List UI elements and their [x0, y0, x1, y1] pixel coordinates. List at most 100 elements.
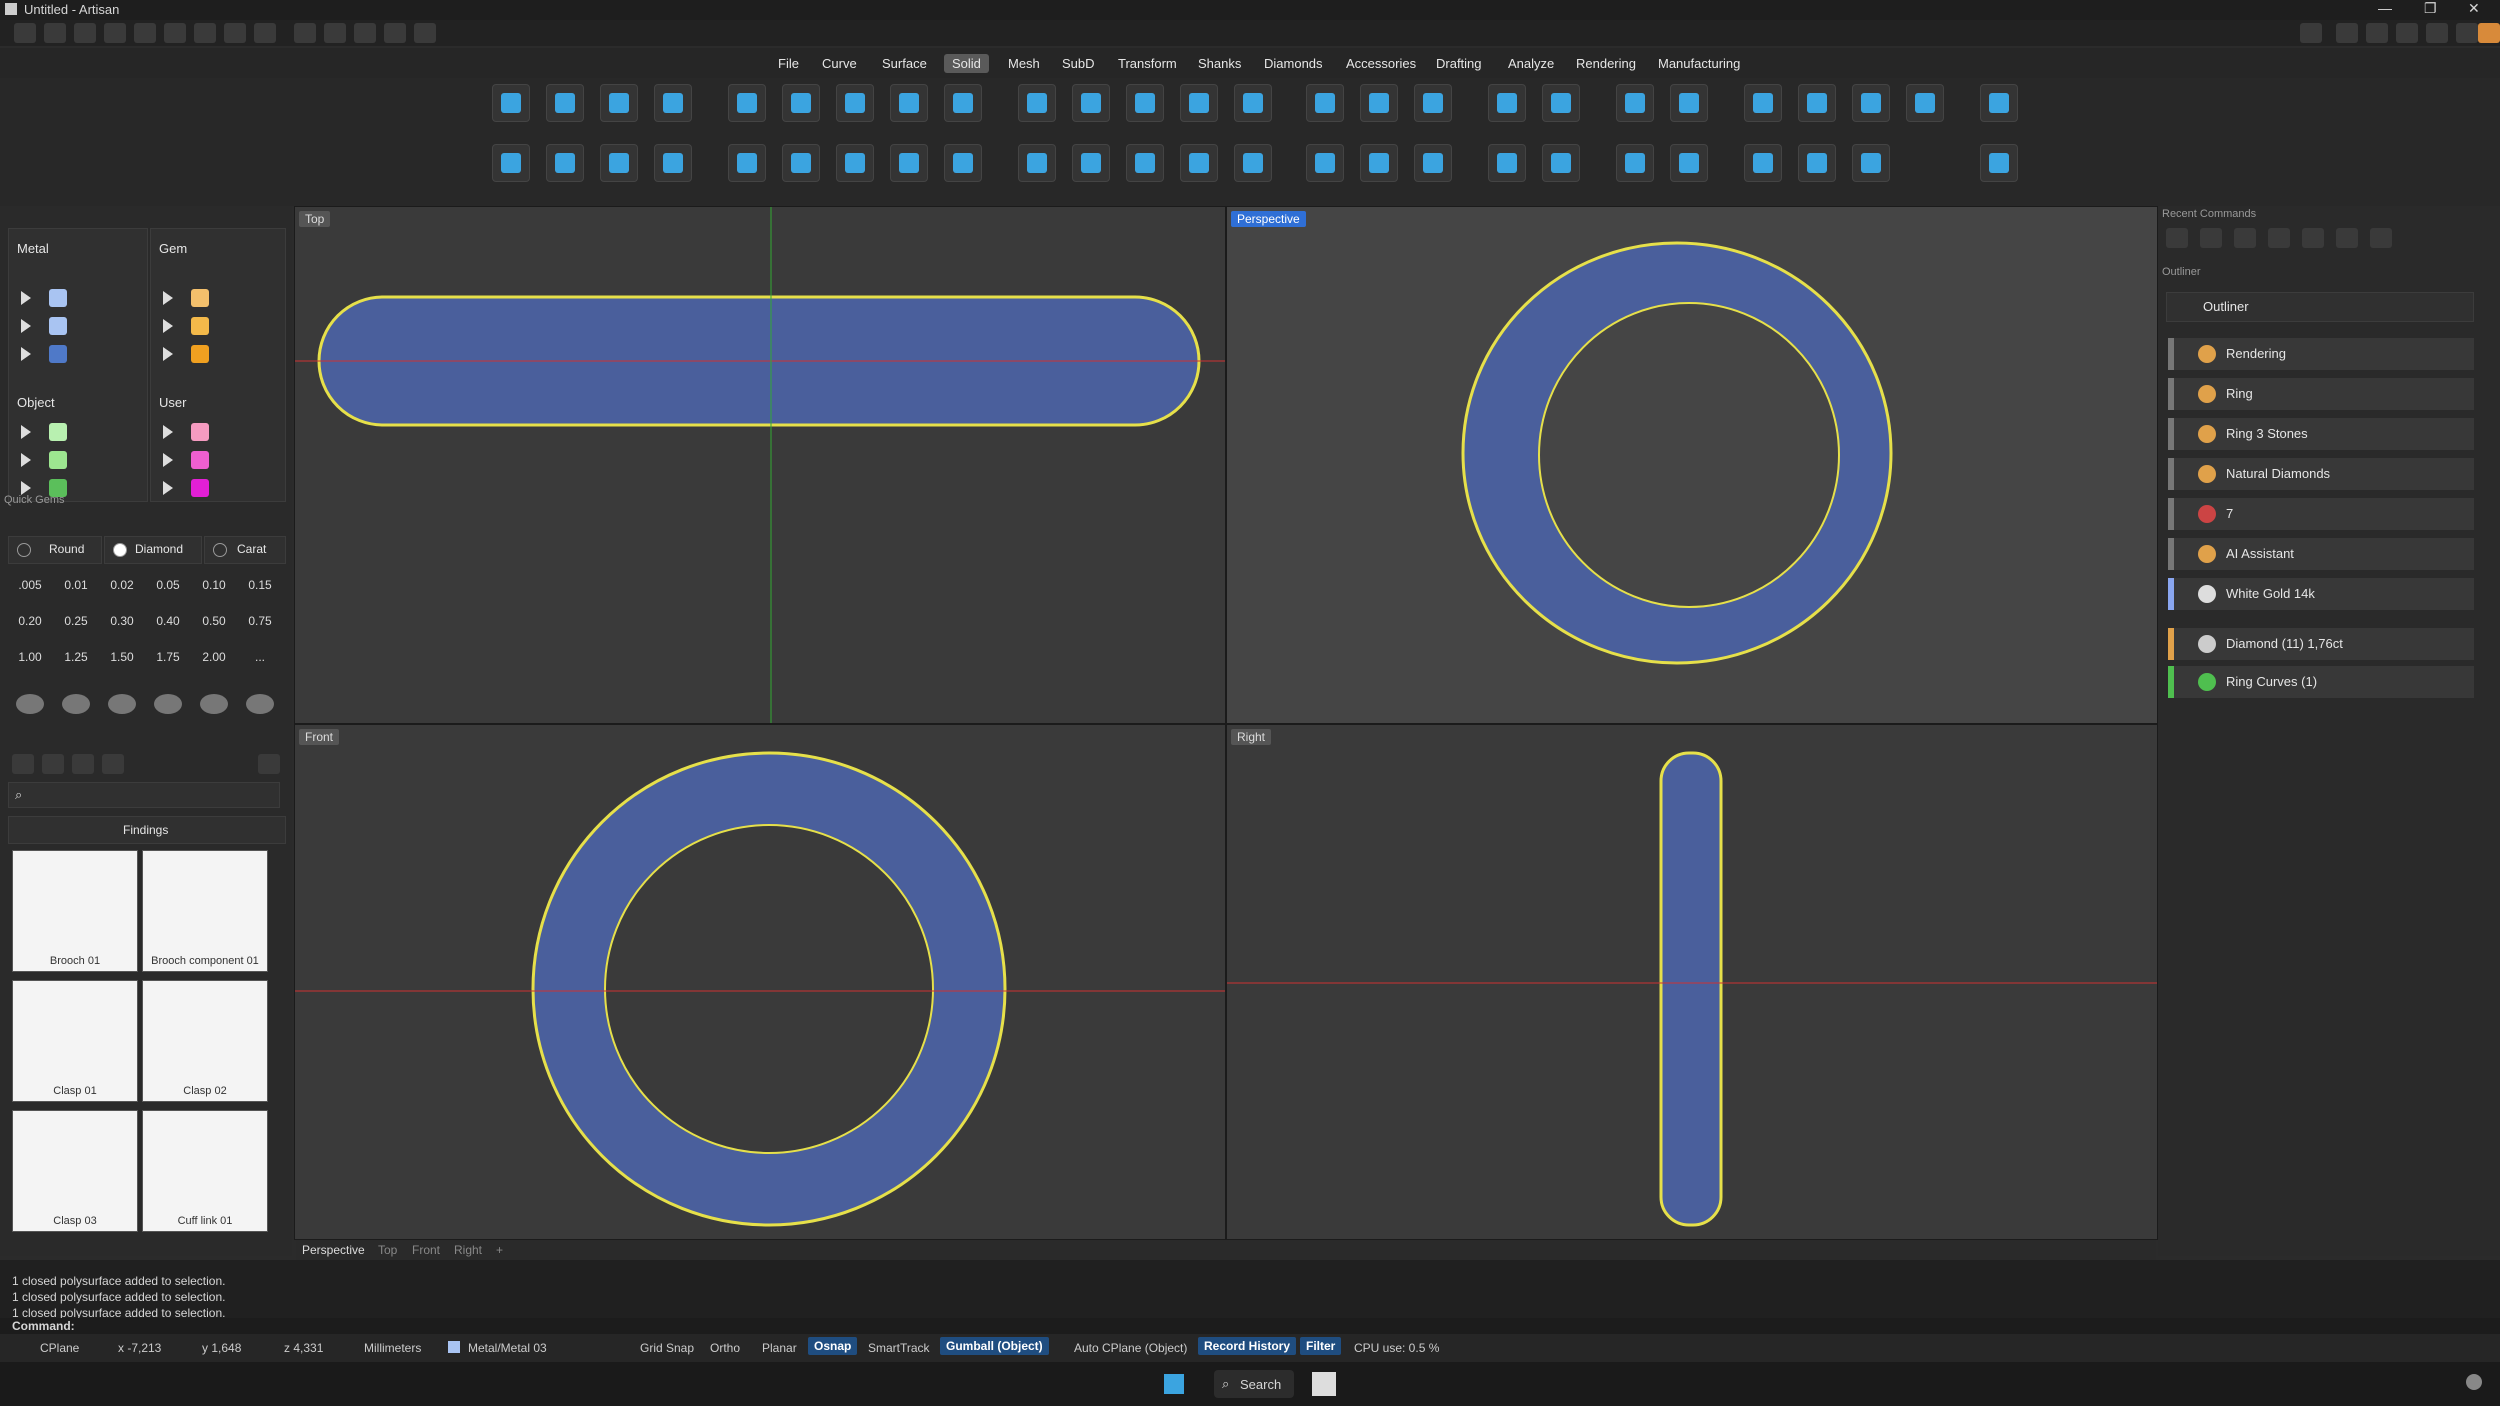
menu-transform[interactable]: Transform: [1110, 54, 1185, 73]
round-hole-icon[interactable]: [1360, 144, 1398, 182]
open-icon[interactable]: [74, 23, 96, 43]
gem-cut-icon[interactable]: [154, 694, 182, 714]
gem-cut-icon[interactable]: [62, 694, 90, 714]
sphere-center-icon[interactable]: [492, 144, 530, 182]
status-auto-cplane[interactable]: Auto CPlane (Object): [1074, 1341, 1187, 1355]
menu-mesh[interactable]: Mesh: [1000, 54, 1048, 73]
carat-button[interactable]: 0.75: [240, 614, 280, 628]
recent-command-icon[interactable]: [2234, 228, 2256, 248]
redo-icon[interactable]: [164, 23, 186, 43]
truncated-pyramid-icon[interactable]: [836, 144, 874, 182]
status-gumball[interactable]: Gumball (Object): [940, 1337, 1049, 1355]
carat-button[interactable]: 0.25: [56, 614, 96, 628]
shape-dropdown[interactable]: Round: [8, 536, 102, 564]
unit-dropdown[interactable]: Carat: [204, 536, 286, 564]
solid-edit-tools-icon[interactable]: [1852, 144, 1890, 182]
tab-right[interactable]: Right: [454, 1243, 482, 1257]
fillet-edge-icon[interactable]: [1306, 84, 1344, 122]
split-face-icon[interactable]: [1852, 84, 1890, 122]
tab-top[interactable]: Top: [378, 1243, 397, 1257]
status-ortho[interactable]: Ortho: [710, 1341, 740, 1355]
menu-file[interactable]: File: [770, 54, 807, 73]
carat-button[interactable]: 0.05: [148, 578, 188, 592]
menu-rendering[interactable]: Rendering: [1568, 54, 1644, 73]
play-icon[interactable]: [163, 319, 173, 333]
menu-drafting[interactable]: Drafting: [1428, 54, 1490, 73]
carat-button[interactable]: 0.10: [194, 578, 234, 592]
minimize-button[interactable]: —: [2378, 0, 2392, 16]
boolean-difference-icon[interactable]: [1542, 84, 1580, 122]
ellipsoid-icon[interactable]: [600, 84, 638, 122]
shell-icon[interactable]: [1616, 84, 1654, 122]
status-cplane[interactable]: CPlane: [40, 1341, 79, 1355]
artisan-app-icon[interactable]: [1312, 1372, 1336, 1396]
play-icon[interactable]: [21, 291, 31, 305]
status-grid-snap[interactable]: Grid Snap: [640, 1341, 694, 1355]
cylinder-icon[interactable]: [546, 84, 584, 122]
status-smarttrack[interactable]: SmartTrack: [868, 1341, 930, 1355]
status-osnap[interactable]: Osnap: [808, 1337, 858, 1355]
wire-cut-icon[interactable]: [1180, 144, 1218, 182]
edit-solid-icon[interactable]: [1798, 144, 1836, 182]
link-icon[interactable]: [2456, 23, 2478, 43]
outliner-row[interactable]: Natural Diamonds: [2168, 458, 2474, 490]
carat-button[interactable]: 1.25: [56, 650, 96, 664]
menu-surface[interactable]: Surface: [874, 54, 935, 73]
outliner-row[interactable]: White Gold 14k: [2168, 578, 2474, 610]
solid-options-icon[interactable]: [1980, 144, 2018, 182]
tab-perspective[interactable]: Perspective: [302, 1243, 365, 1257]
taskbar-search[interactable]: ⌕ Search: [1214, 1370, 1294, 1398]
windows-start-icon[interactable]: [1164, 1374, 1184, 1394]
command-input[interactable]: Command:: [0, 1318, 2500, 1334]
play-icon[interactable]: [163, 481, 173, 495]
boolean-intersection-icon[interactable]: [1488, 144, 1526, 182]
solid-points-icon[interactable]: [1234, 144, 1272, 182]
fold-face-icon[interactable]: [1906, 84, 1944, 122]
metal-swatch[interactable]: [49, 345, 67, 363]
status-layer[interactable]: Metal/Metal 03: [468, 1341, 547, 1355]
slab-icon[interactable]: [890, 84, 928, 122]
gem-cut-icon[interactable]: [108, 694, 136, 714]
carat-button[interactable]: 0.15: [240, 578, 280, 592]
recent-command-icon[interactable]: [2268, 228, 2290, 248]
boolean-union-icon[interactable]: [1488, 84, 1526, 122]
object-swatch[interactable]: [49, 423, 67, 441]
solid-icon[interactable]: [1234, 84, 1272, 122]
perspective-viewport[interactable]: Perspective: [1226, 206, 2158, 724]
outliner-row[interactable]: AI Assistant: [2168, 538, 2474, 570]
variable-fillet-icon[interactable]: [1018, 144, 1056, 182]
carat-button[interactable]: ...: [240, 650, 280, 664]
metal-swatch[interactable]: [49, 317, 67, 335]
status-record-history[interactable]: Record History: [1198, 1337, 1297, 1355]
merge-faces-icon[interactable]: [1306, 144, 1344, 182]
revolve-icon[interactable]: [944, 144, 982, 182]
menu-accessories[interactable]: Accessories: [1338, 54, 1424, 73]
recent-command-icon[interactable]: [2336, 228, 2358, 248]
menu-analyze[interactable]: Analyze: [1500, 54, 1562, 73]
gem-swatch[interactable]: [191, 317, 209, 335]
carat-button[interactable]: .005: [10, 578, 50, 592]
torus-icon[interactable]: [944, 84, 982, 122]
thicken-icon[interactable]: [1414, 144, 1452, 182]
library-item[interactable]: Clasp 03: [12, 1110, 138, 1232]
extract-surface-icon[interactable]: [1744, 84, 1782, 122]
save-icon[interactable]: [194, 23, 216, 43]
open-folder-icon[interactable]: [42, 754, 64, 774]
save-as-icon[interactable]: [224, 23, 246, 43]
pipe-icon[interactable]: [1018, 84, 1056, 122]
outliner-row[interactable]: Ring 3 Stones: [2168, 418, 2474, 450]
pyramid-apex-icon[interactable]: [782, 144, 820, 182]
close-button[interactable]: ✕: [2468, 0, 2480, 17]
play-icon[interactable]: [163, 347, 173, 361]
status-planar[interactable]: Planar: [762, 1341, 797, 1355]
new-template-icon[interactable]: [44, 23, 66, 43]
slice-icon[interactable]: [1670, 84, 1708, 122]
menu-diamonds[interactable]: Diamonds: [1256, 54, 1331, 73]
user-avatar[interactable]: [2478, 23, 2500, 43]
ellipsoid-diameter-icon[interactable]: [600, 144, 638, 182]
measure-icon[interactable]: [294, 23, 316, 43]
status-filter[interactable]: Filter: [1300, 1337, 1342, 1355]
create-solid-icon[interactable]: [1616, 144, 1654, 182]
folder-icon[interactable]: [12, 754, 34, 774]
gem-swatch[interactable]: [191, 289, 209, 307]
